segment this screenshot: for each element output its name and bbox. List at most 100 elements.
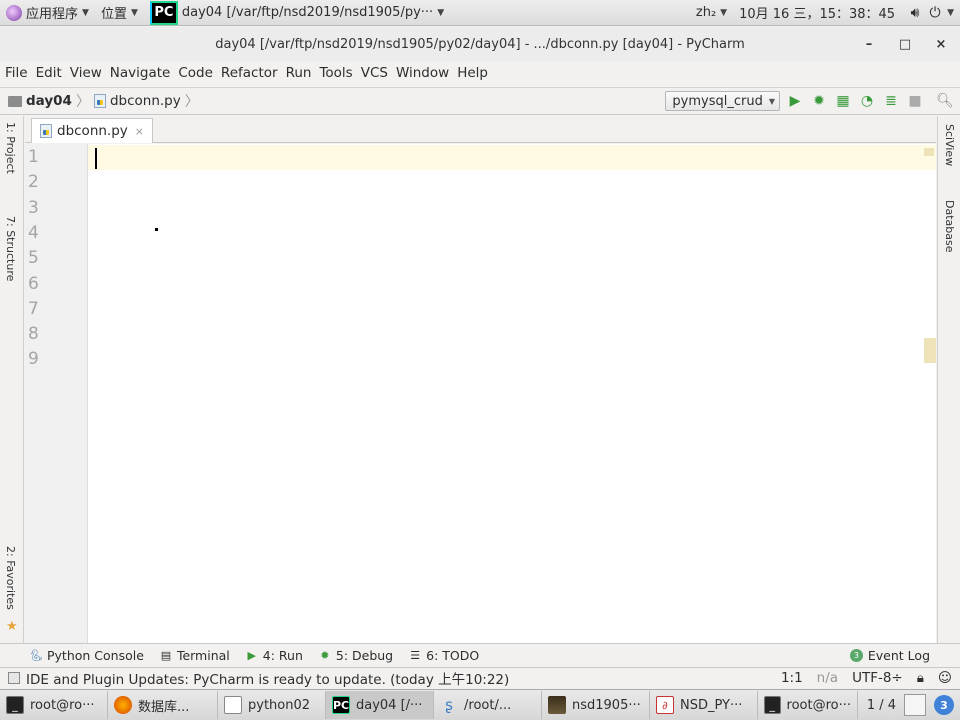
sciview-tool-tab[interactable]: SciView <box>943 124 956 166</box>
breadcrumb-project[interactable]: day04 〉 <box>0 91 94 111</box>
line-number-gutter[interactable]: 1 2 3 4 5 6 7 8 9 <box>25 144 88 643</box>
close-button[interactable]: × <box>930 33 952 55</box>
active-window-title: day04 [/var/ftp/nsd2019/nsd1905/py··· <box>181 5 434 20</box>
caret-position[interactable]: 1:1 <box>781 670 803 686</box>
menu-help[interactable]: Help <box>454 65 491 81</box>
inspection-status-marker[interactable] <box>924 148 934 156</box>
taskbar-item[interactable]: python02 <box>218 691 326 719</box>
terminal-icon: _ <box>6 696 24 714</box>
terminal-icon: _ <box>764 696 781 714</box>
menu-navigate[interactable]: Navigate <box>107 65 174 81</box>
chevron-down-icon: ▼ <box>720 7 728 18</box>
workspace-preview[interactable] <box>904 694 926 716</box>
python-console-button[interactable]: 🐍︎ Python Console <box>0 648 152 663</box>
editor-tab-dbconn[interactable]: dbconn.py × <box>31 118 154 143</box>
taskbar-item[interactable]: ∂ NSD_PY··· <box>650 691 758 719</box>
search-everywhere-icon[interactable]: 🔍︎ <box>936 92 954 110</box>
taskbar-item[interactable]: ʂ /root/... <box>434 691 542 719</box>
menu-run[interactable]: Run <box>283 65 315 81</box>
menu-refactor[interactable]: Refactor <box>218 65 281 81</box>
concurrency-icon[interactable]: ≣ <box>882 92 900 110</box>
power-icon: ⏻ <box>929 4 941 21</box>
debug-tool-button[interactable]: ✹ 5: Debug <box>311 648 401 663</box>
lock-icon[interactable]: 🔒︎ <box>917 670 924 686</box>
taskbar-item-label: /root/... <box>464 697 512 713</box>
editor-scrollbar-thumb[interactable] <box>924 338 936 363</box>
workspace-pager-label: 1 / 4 <box>866 697 896 713</box>
todo-tool-button[interactable]: ☰ 6: TODO <box>401 648 487 663</box>
menu-view[interactable]: View <box>67 65 105 81</box>
run-tool-label: 4: Run <box>262 648 303 663</box>
python-console-label: Python Console <box>47 648 144 663</box>
hector-icon[interactable]: ☺ <box>938 670 952 686</box>
menu-vcs[interactable]: VCS <box>358 65 391 81</box>
applications-menu[interactable]: 应用程序 ▼ <box>0 0 95 26</box>
editor-tab-bar: dbconn.py × <box>25 116 936 143</box>
breadcrumb-separator: 〉 <box>75 94 90 110</box>
stop-icon[interactable]: ■ <box>906 92 924 110</box>
project-tool-tab[interactable]: 1: Project <box>4 122 17 174</box>
breadcrumb-file[interactable]: dbconn.py 〉 <box>93 91 203 111</box>
profile-icon[interactable]: ◔ <box>858 92 876 110</box>
menu-bar: File Edit View Navigate Code Refactor Ru… <box>0 61 960 85</box>
gnome-foot-icon <box>6 4 22 21</box>
favorites-tool-tab[interactable]: 2: Favorites <box>4 546 17 610</box>
menu-edit[interactable]: Edit <box>33 65 65 81</box>
python-file-icon <box>93 94 106 108</box>
run-tool-button[interactable]: ▶ 4: Run <box>238 648 311 663</box>
input-method-menu[interactable]: zh₂ ▼ <box>690 0 733 26</box>
menu-window[interactable]: Window <box>393 65 452 81</box>
terminal-button[interactable]: ▤ Terminal <box>152 648 238 663</box>
maximize-button[interactable]: □ <box>894 33 916 55</box>
favorites-star-icon: ★ <box>6 619 18 634</box>
debug-tool-label: 5: Debug <box>335 648 394 663</box>
taskbar-item[interactable]: _ root@ro··· <box>758 691 858 719</box>
structure-tool-tab[interactable]: 7: Structure <box>4 216 17 281</box>
run-icon[interactable]: ▶ <box>786 92 804 110</box>
taskbar-item[interactable]: 数据库... <box>108 691 218 719</box>
minimize-button[interactable]: – <box>858 33 880 55</box>
line-number: 2 <box>28 172 39 192</box>
menu-code[interactable]: Code <box>175 65 216 81</box>
taskbar-item-active[interactable]: PC day04 [/··· <box>326 691 434 719</box>
window-titlebar[interactable]: day04 [/var/ftp/nsd2019/nsd1905/py02/day… <box>0 27 960 61</box>
code-editor[interactable]: 1 2 3 4 5 6 7 8 9 <box>25 144 936 643</box>
system-menu[interactable]: 🔊︎ ⏻ ▼ <box>901 0 960 26</box>
places-menu[interactable]: 位置 ▼ <box>95 0 144 26</box>
editor-tab-label: dbconn.py <box>57 123 128 139</box>
image-icon <box>548 696 566 714</box>
breadcrumb-file-label: dbconn.py <box>109 93 181 109</box>
database-tool-tab[interactable]: Database <box>943 200 956 253</box>
line-separator[interactable]: n/a <box>817 670 838 686</box>
menu-tools[interactable]: Tools <box>316 65 355 81</box>
workspace-pager[interactable]: 1 / 4 3 <box>867 694 960 716</box>
coverage-icon[interactable]: ▦ <box>834 92 852 110</box>
file-encoding[interactable]: UTF-8÷ <box>852 670 903 686</box>
pycharm-icon: PC <box>149 0 178 25</box>
terminal-icon: ▤ <box>160 649 172 662</box>
window-title: day04 [/var/ftp/nsd2019/nsd1905/py02/day… <box>215 36 745 52</box>
run-icon: ▶ <box>247 649 256 662</box>
taskbar-item-label: root@ro··· <box>30 697 95 713</box>
taskbar-item[interactable]: _ root@ro··· <box>0 691 108 719</box>
clock[interactable]: 10月 16 三，15：38：45 <box>733 0 901 26</box>
taskbar-item-label: nsd1905··· <box>572 697 641 713</box>
toggle-tool-windows-icon[interactable] <box>8 672 20 684</box>
line-number: 8 <box>28 324 39 344</box>
event-log-button[interactable]: 3 Event Log <box>849 648 960 663</box>
debug-icon[interactable]: ✹ <box>810 92 828 110</box>
active-window-menu[interactable]: PC day04 [/var/ftp/nsd2019/nsd1905/py···… <box>144 0 450 26</box>
pycharm-icon: PC <box>332 696 350 714</box>
todo-icon: ☰ <box>410 649 421 662</box>
menu-file[interactable]: File <box>2 65 31 81</box>
top-panel: 应用程序 ▼ 位置 ▼ PC day04 [/var/ftp/nsd2019/n… <box>0 0 960 26</box>
mouse-pointer-dot <box>155 228 158 231</box>
taskbar-item[interactable]: nsd1905··· <box>542 691 650 719</box>
status-message[interactable]: IDE and Plugin Updates: PyCharm is ready… <box>26 668 509 688</box>
close-tab-icon[interactable]: × <box>135 125 144 138</box>
run-configuration-select[interactable]: pymysql_crud ▼ <box>665 91 780 111</box>
notification-badge[interactable]: 3 <box>934 695 954 715</box>
taskbar-item-label: day04 [/··· <box>356 697 423 713</box>
text-caret <box>95 148 97 169</box>
applications-menu-label: 应用程序 <box>26 7 79 22</box>
